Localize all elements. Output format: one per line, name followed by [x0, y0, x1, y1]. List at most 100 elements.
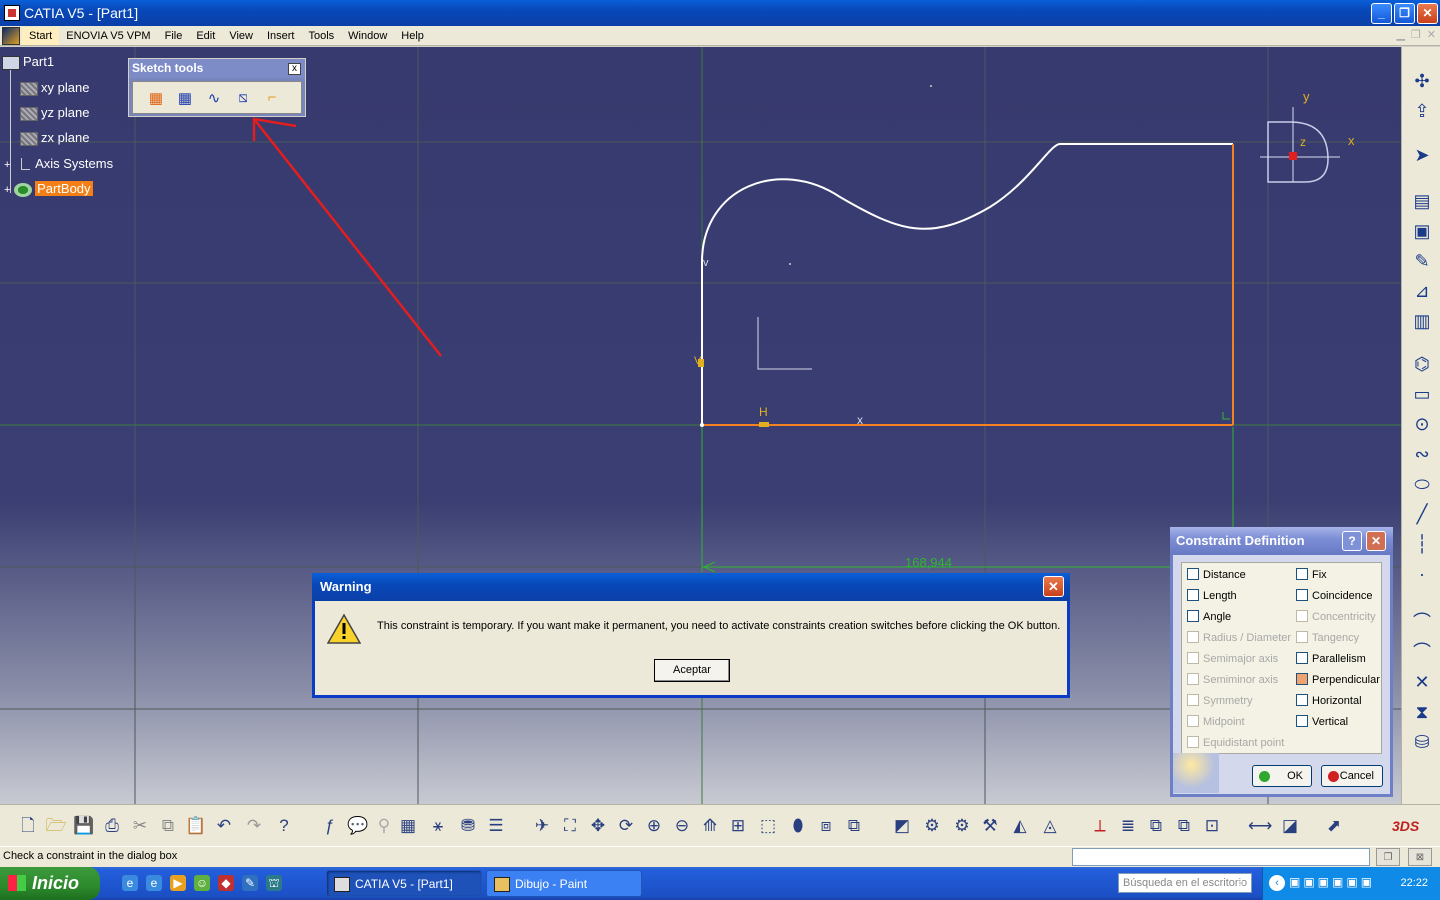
internet-explorer-icon[interactable]: e	[122, 875, 138, 891]
new-file-icon[interactable]: 🗋	[16, 814, 40, 838]
snap-to-point-icon[interactable]: ▦	[172, 85, 198, 111]
constraint-option-parallelism[interactable]: Parallelism	[1296, 652, 1366, 668]
layers-icon[interactable]: ⧉	[1172, 814, 1196, 838]
redo-icon[interactable]: ↷	[242, 814, 266, 838]
checkbox[interactable]	[1296, 673, 1308, 685]
point-icon[interactable]: ·	[1410, 562, 1434, 586]
tray-expand-icon[interactable]: ‹	[1269, 875, 1285, 891]
command-input[interactable]	[1072, 848, 1370, 866]
tree-item-axis-systems[interactable]: + Axis Systems	[4, 154, 113, 174]
constraint-option-angle[interactable]: Angle	[1187, 610, 1231, 626]
tree-root-part1[interactable]: Part1	[2, 52, 54, 72]
cut-part-icon[interactable]: ◩	[890, 814, 914, 838]
profile-icon[interactable]: ⌬	[1410, 352, 1434, 376]
fit-all-icon[interactable]: ⛶	[558, 814, 582, 838]
profile-white-curve[interactable]	[701, 143, 1233, 425]
select-arrow-icon[interactable]: ➤	[1410, 143, 1434, 167]
multi-view-icon[interactable]: ⊞	[726, 814, 750, 838]
search-icon[interactable]: ⌕	[1230, 873, 1252, 893]
media-player-icon[interactable]: ▶	[170, 875, 186, 891]
checkbox[interactable]	[1187, 610, 1199, 622]
dimensional-constraints-icon[interactable]: ⌐	[259, 85, 285, 111]
rectangle-icon[interactable]: ▭	[1410, 382, 1434, 406]
explorer-icon[interactable]: e	[146, 875, 162, 891]
mirror-icon[interactable]: ⧗	[1410, 700, 1434, 724]
swap-space-icon[interactable]: ⧉	[842, 814, 866, 838]
comment-icon[interactable]: 💬	[346, 814, 370, 838]
formula-icon[interactable]: ƒ	[318, 814, 342, 838]
zoom-out-icon[interactable]: ⊖	[670, 814, 694, 838]
checkbox[interactable]	[1187, 568, 1199, 580]
axis-icon[interactable]: ┆	[1410, 532, 1434, 556]
whats-this-icon[interactable]: ?	[272, 814, 296, 838]
tree-item-xy-plane[interactable]: xy plane	[20, 78, 89, 98]
cut-icon[interactable]: ✂	[128, 814, 152, 838]
exit-workbench-icon[interactable]: ✣	[1410, 69, 1434, 93]
annotation-icon[interactable]: ◪	[1278, 814, 1302, 838]
list-icon[interactable]: ≣	[1116, 814, 1140, 838]
help-button[interactable]: ?	[1342, 531, 1362, 551]
snap-icon[interactable]: ⚒	[978, 814, 1002, 838]
ellipse-icon[interactable]: ⬭	[1410, 472, 1434, 496]
gear-icon[interactable]: ⚙	[920, 814, 944, 838]
checkbox[interactable]	[1296, 715, 1308, 727]
menu-tools[interactable]: Tools	[301, 27, 341, 45]
warning-ok-button[interactable]: Aceptar	[654, 659, 730, 682]
pan-icon[interactable]: ✥	[586, 814, 610, 838]
checkbox[interactable]	[1296, 568, 1308, 580]
catia-logo-icon[interactable]	[2, 26, 20, 45]
zoom-in-icon[interactable]: ⊕	[642, 814, 666, 838]
paste-icon[interactable]: 📋	[184, 814, 208, 838]
copy-icon[interactable]: ⧉	[156, 814, 180, 838]
properties-icon[interactable]: ⊡	[1200, 814, 1224, 838]
paint-icon[interactable]: ✎	[242, 875, 258, 891]
restore-button[interactable]: ❐	[1394, 3, 1415, 24]
geometrical-constraints-icon[interactable]: ⧅	[230, 85, 256, 111]
catia-shortcut-icon[interactable]: ⛫	[266, 875, 282, 891]
rotate-icon[interactable]: ⟳	[614, 814, 638, 838]
line-icon[interactable]: ╱	[1410, 502, 1434, 526]
sketch-analysis-icon[interactable]: ◭	[1008, 814, 1032, 838]
expand-icon[interactable]: +	[4, 184, 10, 196]
checkbox[interactable]	[1296, 589, 1308, 601]
constraint-close-button[interactable]: ✕	[1366, 531, 1386, 551]
sketch-tools-toolbar[interactable]: Sketch tools x ▦ ▦ ∿ ⧅ ⌐	[128, 58, 306, 117]
checkbox[interactable]	[1187, 589, 1199, 601]
specs-icon[interactable]: ☰	[484, 814, 508, 838]
constraint-option-coincidence[interactable]: Coincidence	[1296, 589, 1373, 605]
menu-window[interactable]: Window	[341, 27, 394, 45]
menu-edit[interactable]: Edit	[189, 27, 222, 45]
warning-close-button[interactable]: ✕	[1043, 576, 1064, 597]
constraint-option-distance[interactable]: Distance	[1187, 568, 1246, 584]
measure-icon[interactable]: ⟂	[1088, 814, 1112, 838]
fly-mode-icon[interactable]: ✈	[530, 814, 554, 838]
tree-view-icon[interactable]: ⚹	[426, 814, 450, 838]
menu-help[interactable]: Help	[394, 27, 431, 45]
constraint-cancel-button[interactable]: Cancel	[1321, 765, 1383, 787]
iso-view-icon[interactable]: ⬚	[756, 814, 780, 838]
checkbox[interactable]	[1296, 694, 1308, 706]
doc-close-icon[interactable]: ✕	[1427, 28, 1436, 41]
project-3d-icon[interactable]: ⛁	[1410, 730, 1434, 754]
constraint-icon[interactable]: ⊿	[1410, 279, 1434, 303]
trim-icon[interactable]: ✕	[1410, 670, 1434, 694]
office-icon[interactable]: ◆	[218, 875, 234, 891]
doc-restore-icon[interactable]: ❐	[1411, 28, 1421, 41]
menu-insert[interactable]: Insert	[260, 27, 302, 45]
minimize-button[interactable]: _	[1371, 3, 1392, 24]
table-icon[interactable]: ▦	[396, 814, 420, 838]
shading-icon[interactable]: ⬮	[786, 814, 810, 838]
close-button[interactable]: ✕	[1417, 3, 1438, 24]
settings-icon[interactable]: ⚙	[950, 814, 974, 838]
tray-icons[interactable]: ▣▣▣▣▣▣	[1289, 875, 1375, 889]
construction-element-icon[interactable]: ∿	[201, 85, 227, 111]
link-icon[interactable]: ⚲	[372, 814, 396, 838]
constraint-option-length[interactable]: Length	[1187, 589, 1237, 605]
constraint-ok-button[interactable]: OK	[1252, 765, 1312, 787]
clock[interactable]: 22:22	[1400, 867, 1428, 900]
normal-view-icon[interactable]: ⟰	[698, 814, 722, 838]
layer-icon[interactable]: ⧉	[1144, 814, 1168, 838]
profile-vertex[interactable]	[700, 423, 704, 427]
status-stop-icon[interactable]: ⊠	[1408, 848, 1432, 866]
circle-icon[interactable]: ⊙	[1410, 412, 1434, 436]
